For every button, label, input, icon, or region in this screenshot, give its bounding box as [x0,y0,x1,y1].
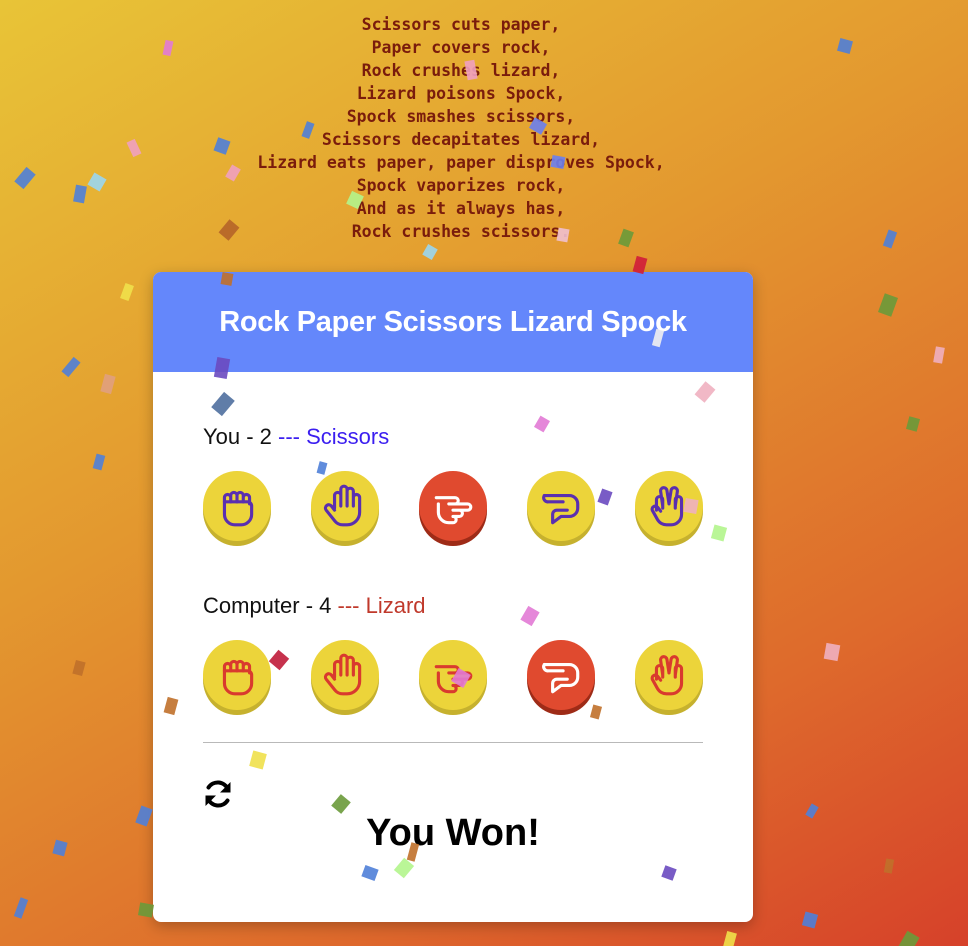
result-text: You Won! [366,812,540,854]
refresh-icon [205,780,231,808]
poem-line: Scissors cuts paper, [361,15,561,34]
player-score: You - 2 [203,424,272,449]
hand-coin [203,640,271,710]
hand-coin [419,640,487,710]
lizard-icon [542,662,580,694]
player-paper-button[interactable] [311,471,379,547]
scissors-icon [434,665,473,694]
player-hand-row [203,471,703,547]
hand-coin [311,471,379,541]
poem-line: Lizard eats paper, paper disproves Spock… [257,153,665,172]
computer-separator: --- [331,593,366,618]
poem-line: Spock smashes scissors, [346,107,576,126]
computer-hand-row [203,640,703,716]
computer-scissors-button [419,640,487,716]
confetti-piece [823,642,841,662]
confetti-piece [906,416,920,432]
scissors-icon [434,496,473,525]
poem-line: Spock vaporizes rock, [356,176,566,195]
computer-choice: Lizard [365,593,426,618]
computer-spock-button [635,640,703,716]
hand-coin [635,640,703,710]
hand-coin [635,471,703,541]
confetti-piece [72,659,86,677]
confetti-piece [805,803,819,819]
paper-icon [323,484,362,527]
confetti-piece [137,902,155,918]
confetti-piece [61,356,81,378]
computer-rock-button [203,640,271,716]
confetti-piece [723,930,737,946]
confetti-piece [883,858,895,874]
computer-paper-button [311,640,379,716]
confetti-piece [120,282,134,302]
player-score-label: You - 2 --- Scissors [203,424,389,450]
divider [203,742,703,743]
player-spock-button[interactable] [635,471,703,547]
poem-line: Lizard poisons Spock, [356,84,566,103]
rock-icon [222,490,254,527]
poem: Scissors cuts paper, Paper covers rock, … [0,13,922,243]
player-rock-button[interactable] [203,471,271,547]
poem-line: Rock crushes lizard, [361,61,561,80]
confetti-piece [878,293,898,317]
game-card: Rock Paper Scissors Lizard Spock You - 2… [153,272,753,922]
hand-coin [203,471,271,541]
confetti-piece [933,346,945,364]
hand-coin [527,471,595,541]
confetti-piece [13,897,29,919]
reset-button[interactable] [201,777,235,811]
poem-line: And as it always has, [356,199,566,218]
hand-coin [419,471,487,541]
confetti-piece [52,839,68,857]
confetti-piece [100,373,116,395]
poem-line: Rock crushes scissors. [351,222,571,241]
poem-line: Scissors decapitates lizard, [321,130,601,149]
game-title: Rock Paper Scissors Lizard Spock [153,272,753,372]
confetti-piece [422,244,438,260]
player-scissors-button[interactable] [419,471,487,547]
spock-icon [650,655,684,696]
confetti-piece [898,930,920,946]
hand-coin [527,640,595,710]
player-choice: Scissors [306,424,390,449]
confetti-piece [801,911,819,929]
computer-score-label: Computer - 4 --- Lizard [203,593,426,619]
computer-score: Computer - 4 [203,593,332,618]
hand-coin [311,640,379,710]
rock-icon [222,659,254,696]
confetti-piece [92,453,106,471]
lizard-icon [542,493,580,525]
computer-lizard-button [527,640,595,716]
player-lizard-button[interactable] [527,471,595,547]
player-separator: --- [271,424,307,449]
spock-icon [650,486,684,527]
poem-line: Paper covers rock, [371,38,551,57]
confetti-piece [135,805,153,827]
paper-icon [323,653,362,696]
